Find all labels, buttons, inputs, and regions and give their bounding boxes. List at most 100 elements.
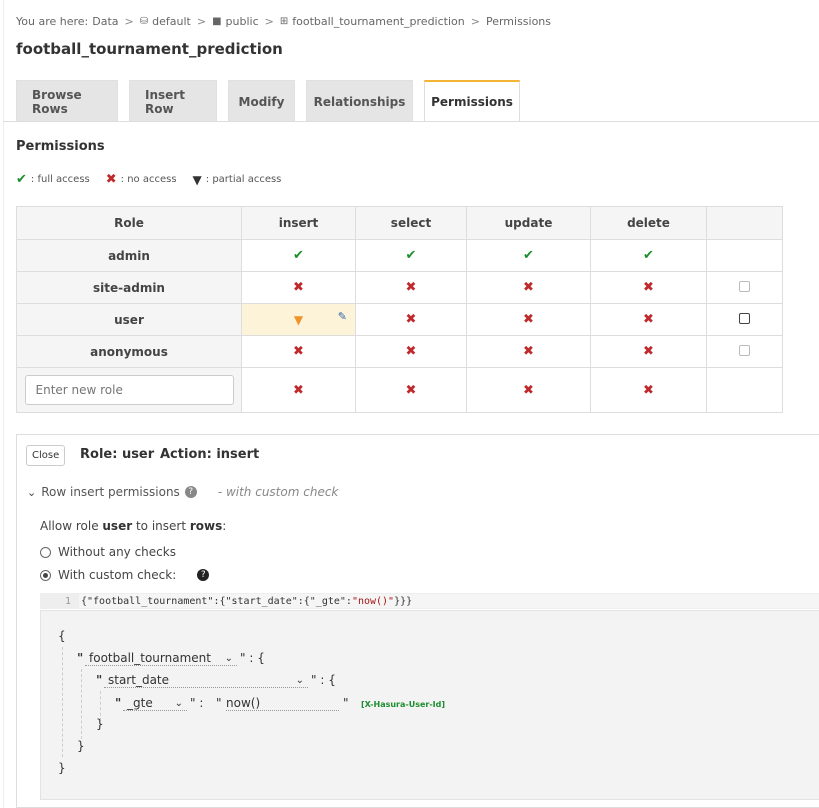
database-icon: ⛁ (139, 16, 149, 27)
session-variable-hint[interactable]: [X-Hasura-User-Id] (361, 700, 445, 709)
table-row: user ▼ ✎ ✖ ✖ ✖ (16, 303, 783, 336)
json-editor[interactable]: 1 {"football_tournament":{"start_date":{… (40, 593, 819, 609)
tab-browse-rows[interactable]: Browse Rows (16, 80, 118, 122)
permission-cell[interactable]: ✖ (241, 271, 356, 304)
row-insert-permissions-toggle[interactable]: ⌄ Row insert permissions ? - with custom… (27, 485, 338, 499)
field-value: football_tournament (89, 651, 211, 665)
close-brace: } (77, 739, 85, 753)
json-text: {"football_tournament":{"start_date":{"_… (79, 596, 412, 607)
permissions-title: Permissions (16, 139, 105, 154)
chevron-right-icon: > (124, 15, 134, 28)
column-header-bulk (706, 206, 783, 240)
colon-open: " : { (311, 673, 336, 687)
permissions-table: Role insert select update delete admin ✔… (16, 206, 783, 413)
tab-modify[interactable]: Modify (228, 80, 295, 122)
column-header-select: select (355, 206, 467, 240)
operator-select[interactable]: _gte ⌄ (123, 696, 187, 711)
permissions-legend: ✔ : full access ✖ : no access ▼ : partia… (16, 172, 281, 187)
column-header-insert: insert (241, 206, 356, 240)
cross-icon: ✖ (405, 382, 417, 398)
quote: " (343, 696, 349, 710)
nest-line (62, 647, 63, 757)
section-label: Row insert permissions (41, 485, 180, 499)
permission-cell[interactable]: ✖ (241, 367, 356, 413)
permission-cell[interactable]: ✖ (590, 303, 707, 336)
permission-cell-selected[interactable]: ▼ ✎ (241, 303, 356, 336)
cross-icon: ✖ (405, 312, 417, 327)
panel-role: Role: user (80, 447, 155, 462)
operator-value: _gte (127, 696, 153, 710)
quote: " (96, 673, 103, 687)
permission-cell[interactable]: ✖ (355, 303, 467, 336)
tab-permissions[interactable]: Permissions (424, 80, 520, 122)
permission-cell[interactable]: ✖ (355, 335, 467, 368)
bulk-cell (706, 367, 783, 413)
breadcrumb: You are here: Data > ⛁ default > ■ publi… (16, 15, 551, 28)
chevron-right-icon: > (196, 15, 207, 28)
close-brace: } (58, 761, 66, 775)
pencil-icon[interactable]: ✎ (338, 310, 347, 323)
permission-cell[interactable]: ✖ (355, 367, 467, 413)
table-icon: ⊞ (279, 16, 289, 27)
cross-icon: ✖ (405, 280, 417, 295)
nest-line (81, 669, 82, 739)
tab-insert-row[interactable]: Insert Row (129, 80, 217, 122)
radio-without-checks[interactable] (40, 546, 51, 558)
permission-cell[interactable]: ✖ (466, 367, 591, 413)
permission-cell[interactable]: ✖ (355, 271, 467, 304)
breadcrumb-data[interactable]: Data (92, 15, 118, 28)
permission-cell[interactable]: ✖ (241, 335, 356, 368)
permission-cell[interactable]: ✔ (355, 239, 467, 272)
cross-icon: ✖ (523, 344, 534, 359)
permission-cell[interactable]: ✖ (466, 335, 591, 368)
line-number: 1 (41, 594, 79, 608)
allow-target: rows (189, 519, 223, 533)
permission-cell[interactable]: ✖ (590, 271, 707, 304)
permission-cell[interactable]: ✖ (590, 335, 707, 368)
breadcrumb-default[interactable]: default (152, 15, 191, 28)
bulk-select-checkbox[interactable] (739, 312, 750, 324)
help-icon[interactable]: ? (197, 569, 210, 581)
cross-icon: ✖ (293, 382, 304, 398)
quote: " (115, 696, 122, 710)
permission-cell[interactable]: ✔ (466, 239, 591, 272)
field-select-football-tournament[interactable]: football_tournament ⌄ (85, 651, 237, 666)
tab-relationships[interactable]: Relationships (306, 80, 413, 122)
new-role-input[interactable] (24, 375, 234, 405)
tab-bar: Browse Rows Insert Row Modify Relationsh… (16, 80, 520, 122)
permission-cell[interactable]: ✖ (466, 271, 591, 304)
bulk-cell (706, 271, 783, 304)
permission-cell[interactable]: ✔ (241, 239, 356, 272)
cross-icon: ✖ (293, 344, 304, 359)
json-suffix: }}} (394, 595, 413, 607)
role-name: admin (16, 239, 242, 272)
quote: " (216, 696, 222, 710)
value-input[interactable]: now() (226, 696, 339, 711)
filter-icon: ▼ (192, 172, 202, 187)
breadcrumb-prefix: You are here: (16, 15, 89, 28)
allow-prefix: Allow role (40, 519, 103, 533)
cross-icon: ✖ (405, 344, 417, 359)
table-row: anonymous ✖ ✖ ✖ ✖ (16, 335, 783, 368)
breadcrumb-public[interactable]: public (226, 15, 259, 28)
permission-cell[interactable]: ✖ (466, 303, 591, 336)
chevron-right-icon: > (470, 15, 480, 28)
permission-cell[interactable]: ✖ (590, 367, 707, 413)
option-without-checks[interactable]: Without any checks (40, 545, 176, 559)
close-button[interactable]: Close (26, 445, 66, 466)
cross-icon: ✖ (105, 172, 117, 187)
column-header-role: Role (16, 206, 242, 240)
new-role-cell (16, 367, 242, 413)
close-brace: } (96, 717, 104, 731)
table-row-new-role: ✖ ✖ ✖ ✖ (16, 367, 783, 413)
chevron-down-icon: ⌄ (174, 697, 183, 709)
field-select-start-date[interactable]: start_date ⌄ (104, 673, 308, 688)
option-custom-check[interactable]: With custom check: ? (40, 568, 210, 582)
bulk-select-checkbox (739, 344, 750, 356)
tabs-divider (3, 121, 819, 122)
radio-custom-check[interactable] (40, 569, 51, 581)
permission-cell[interactable]: ✔ (590, 239, 707, 272)
breadcrumb-table[interactable]: football_tournament_prediction (292, 15, 465, 28)
help-icon[interactable]: ? (184, 486, 197, 498)
folder-icon: ■ (212, 16, 222, 27)
